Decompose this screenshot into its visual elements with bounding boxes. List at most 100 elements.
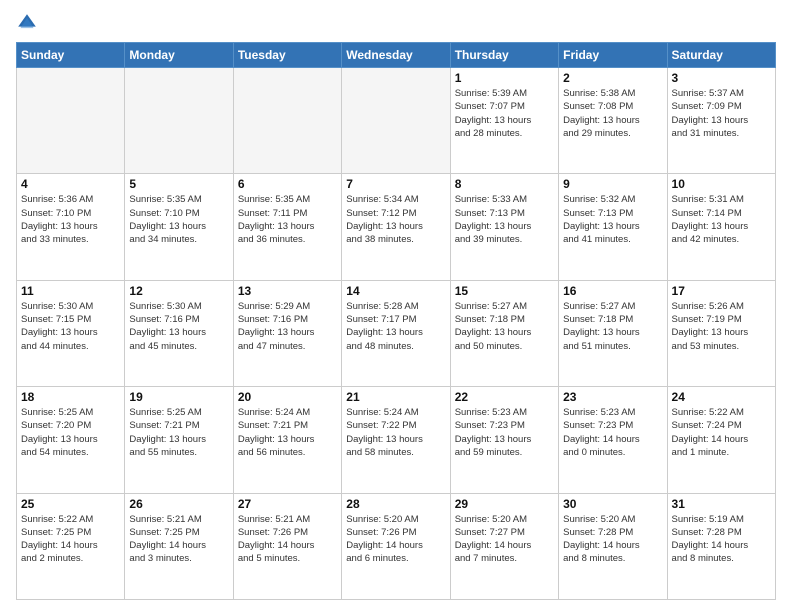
calendar-cell: 14 Sunrise: 5:28 AM Sunset: 7:17 PM Dayli… (342, 280, 450, 386)
page: SundayMondayTuesdayWednesdayThursdayFrid… (0, 0, 792, 612)
weekday-header-tuesday: Tuesday (233, 43, 341, 68)
calendar-cell: 21 Sunrise: 5:24 AM Sunset: 7:22 PM Dayli… (342, 387, 450, 493)
day-number: 2 (563, 71, 662, 85)
day-number: 18 (21, 390, 120, 404)
day-info: Sunrise: 5:35 AM Sunset: 7:10 PM Dayligh… (129, 193, 228, 246)
calendar-cell (342, 68, 450, 174)
calendar-cell: 1 Sunrise: 5:39 AM Sunset: 7:07 PM Daylig… (450, 68, 558, 174)
day-info: Sunrise: 5:35 AM Sunset: 7:11 PM Dayligh… (238, 193, 337, 246)
day-number: 10 (672, 177, 771, 191)
day-number: 3 (672, 71, 771, 85)
day-info: Sunrise: 5:32 AM Sunset: 7:13 PM Dayligh… (563, 193, 662, 246)
day-number: 20 (238, 390, 337, 404)
day-number: 23 (563, 390, 662, 404)
day-info: Sunrise: 5:36 AM Sunset: 7:10 PM Dayligh… (21, 193, 120, 246)
day-number: 9 (563, 177, 662, 191)
day-info: Sunrise: 5:23 AM Sunset: 7:23 PM Dayligh… (455, 406, 554, 459)
day-number: 22 (455, 390, 554, 404)
day-number: 6 (238, 177, 337, 191)
day-number: 27 (238, 497, 337, 511)
calendar-cell: 15 Sunrise: 5:27 AM Sunset: 7:18 PM Dayli… (450, 280, 558, 386)
day-info: Sunrise: 5:29 AM Sunset: 7:16 PM Dayligh… (238, 300, 337, 353)
day-number: 13 (238, 284, 337, 298)
calendar-cell: 27 Sunrise: 5:21 AM Sunset: 7:26 PM Dayli… (233, 493, 341, 599)
day-number: 28 (346, 497, 445, 511)
week-row-5: 25 Sunrise: 5:22 AM Sunset: 7:25 PM Dayli… (17, 493, 776, 599)
week-row-2: 4 Sunrise: 5:36 AM Sunset: 7:10 PM Daylig… (17, 174, 776, 280)
day-number: 7 (346, 177, 445, 191)
calendar-cell: 3 Sunrise: 5:37 AM Sunset: 7:09 PM Daylig… (667, 68, 775, 174)
day-number: 14 (346, 284, 445, 298)
calendar-cell: 11 Sunrise: 5:30 AM Sunset: 7:15 PM Dayli… (17, 280, 125, 386)
day-number: 1 (455, 71, 554, 85)
calendar-cell: 7 Sunrise: 5:34 AM Sunset: 7:12 PM Daylig… (342, 174, 450, 280)
day-number: 21 (346, 390, 445, 404)
weekday-header-thursday: Thursday (450, 43, 558, 68)
day-number: 15 (455, 284, 554, 298)
calendar-cell: 18 Sunrise: 5:25 AM Sunset: 7:20 PM Dayli… (17, 387, 125, 493)
weekday-header-sunday: Sunday (17, 43, 125, 68)
day-info: Sunrise: 5:24 AM Sunset: 7:21 PM Dayligh… (238, 406, 337, 459)
calendar-cell (233, 68, 341, 174)
day-info: Sunrise: 5:38 AM Sunset: 7:08 PM Dayligh… (563, 87, 662, 140)
day-info: Sunrise: 5:30 AM Sunset: 7:16 PM Dayligh… (129, 300, 228, 353)
calendar-cell: 29 Sunrise: 5:20 AM Sunset: 7:27 PM Dayli… (450, 493, 558, 599)
day-info: Sunrise: 5:24 AM Sunset: 7:22 PM Dayligh… (346, 406, 445, 459)
weekday-header-monday: Monday (125, 43, 233, 68)
calendar-cell: 24 Sunrise: 5:22 AM Sunset: 7:24 PM Dayli… (667, 387, 775, 493)
day-info: Sunrise: 5:19 AM Sunset: 7:28 PM Dayligh… (672, 513, 771, 566)
day-info: Sunrise: 5:34 AM Sunset: 7:12 PM Dayligh… (346, 193, 445, 246)
day-number: 16 (563, 284, 662, 298)
day-info: Sunrise: 5:21 AM Sunset: 7:26 PM Dayligh… (238, 513, 337, 566)
day-info: Sunrise: 5:26 AM Sunset: 7:19 PM Dayligh… (672, 300, 771, 353)
day-info: Sunrise: 5:37 AM Sunset: 7:09 PM Dayligh… (672, 87, 771, 140)
day-info: Sunrise: 5:39 AM Sunset: 7:07 PM Dayligh… (455, 87, 554, 140)
calendar-cell: 26Sunrise: 5:21 AM Sunset: 7:25 PM Dayli… (125, 493, 233, 599)
calendar-cell: 4 Sunrise: 5:36 AM Sunset: 7:10 PM Daylig… (17, 174, 125, 280)
day-info: Sunrise: 5:22 AM Sunset: 7:25 PM Dayligh… (21, 513, 120, 566)
calendar-cell: 16 Sunrise: 5:27 AM Sunset: 7:18 PM Dayli… (559, 280, 667, 386)
calendar-cell (17, 68, 125, 174)
day-number: 17 (672, 284, 771, 298)
day-info: Sunrise: 5:27 AM Sunset: 7:18 PM Dayligh… (563, 300, 662, 353)
day-info: Sunrise: 5:27 AM Sunset: 7:18 PM Dayligh… (455, 300, 554, 353)
logo-icon (16, 12, 38, 34)
day-info: Sunrise: 5:28 AM Sunset: 7:17 PM Dayligh… (346, 300, 445, 353)
calendar-cell: 22 Sunrise: 5:23 AM Sunset: 7:23 PM Dayli… (450, 387, 558, 493)
day-info: Sunrise: 5:25 AM Sunset: 7:20 PM Dayligh… (21, 406, 120, 459)
day-info: Sunrise: 5:33 AM Sunset: 7:13 PM Dayligh… (455, 193, 554, 246)
day-info: Sunrise: 5:23 AM Sunset: 7:23 PM Dayligh… (563, 406, 662, 459)
week-row-1: 1 Sunrise: 5:39 AM Sunset: 7:07 PM Daylig… (17, 68, 776, 174)
calendar-cell: 30Sunrise: 5:20 AM Sunset: 7:28 PM Dayli… (559, 493, 667, 599)
calendar-cell: 10 Sunrise: 5:31 AM Sunset: 7:14 PM Dayli… (667, 174, 775, 280)
day-number: 19 (129, 390, 228, 404)
calendar-cell: 23 Sunrise: 5:23 AM Sunset: 7:23 PM Dayli… (559, 387, 667, 493)
calendar-cell: 20 Sunrise: 5:24 AM Sunset: 7:21 PM Dayli… (233, 387, 341, 493)
weekday-header-saturday: Saturday (667, 43, 775, 68)
day-info: Sunrise: 5:25 AM Sunset: 7:21 PM Dayligh… (129, 406, 228, 459)
calendar-cell: 2 Sunrise: 5:38 AM Sunset: 7:08 PM Daylig… (559, 68, 667, 174)
day-number: 25 (21, 497, 120, 511)
day-info: Sunrise: 5:20 AM Sunset: 7:28 PM Dayligh… (563, 513, 662, 566)
day-info: Sunrise: 5:20 AM Sunset: 7:26 PM Dayligh… (346, 513, 445, 566)
calendar-table: SundayMondayTuesdayWednesdayThursdayFrid… (16, 42, 776, 600)
logo (16, 12, 42, 34)
calendar-cell: 17 Sunrise: 5:26 AM Sunset: 7:19 PM Dayli… (667, 280, 775, 386)
day-info: Sunrise: 5:31 AM Sunset: 7:14 PM Dayligh… (672, 193, 771, 246)
day-number: 4 (21, 177, 120, 191)
calendar-cell: 5Sunrise: 5:35 AM Sunset: 7:10 PM Daylig… (125, 174, 233, 280)
weekday-header-row: SundayMondayTuesdayWednesdayThursdayFrid… (17, 43, 776, 68)
day-info: Sunrise: 5:30 AM Sunset: 7:15 PM Dayligh… (21, 300, 120, 353)
day-number: 24 (672, 390, 771, 404)
week-row-3: 11 Sunrise: 5:30 AM Sunset: 7:15 PM Dayli… (17, 280, 776, 386)
day-info: Sunrise: 5:20 AM Sunset: 7:27 PM Dayligh… (455, 513, 554, 566)
day-info: Sunrise: 5:22 AM Sunset: 7:24 PM Dayligh… (672, 406, 771, 459)
weekday-header-wednesday: Wednesday (342, 43, 450, 68)
calendar-cell (125, 68, 233, 174)
calendar-cell: 13 Sunrise: 5:29 AM Sunset: 7:16 PM Dayli… (233, 280, 341, 386)
day-number: 11 (21, 284, 120, 298)
header (16, 12, 776, 34)
calendar-cell: 19 Sunrise: 5:25 AM Sunset: 7:21 PM Dayli… (125, 387, 233, 493)
day-number: 29 (455, 497, 554, 511)
day-number: 8 (455, 177, 554, 191)
